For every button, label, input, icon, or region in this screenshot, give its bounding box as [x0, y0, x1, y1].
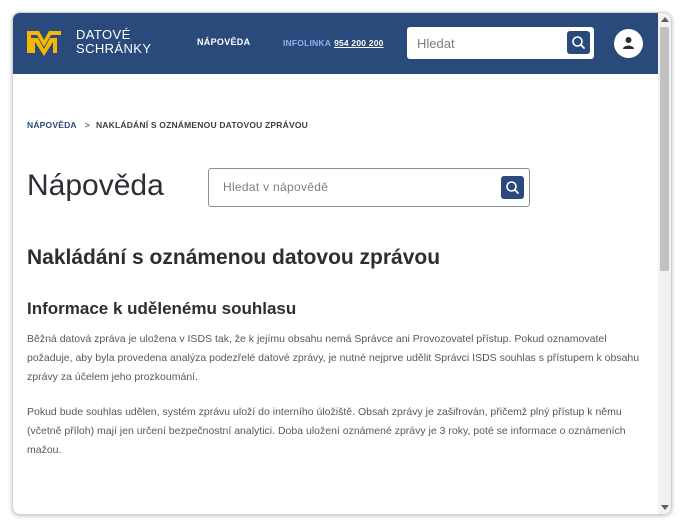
scrollbar-thumb[interactable] [660, 27, 669, 271]
infolinka-label: INFOLINKA [283, 38, 332, 48]
help-search-input[interactable] [223, 178, 483, 196]
infolinka-number-link[interactable]: 954 200 200 [334, 38, 383, 48]
breadcrumb: NÁPOVĚDA > NAKLÁDÁNÍ S OZNÁMENOU DATOVOU Z… [27, 120, 308, 130]
help-search-box [208, 168, 530, 207]
section-title: Informace k udělenému souhlasu [27, 299, 297, 318]
browser-window: DATOVÉ SCHRÁNKY NÁPOVĚDA INFOLINKA 954 20… [12, 12, 672, 515]
breadcrumb-home-link[interactable]: NÁPOVĚDA [27, 120, 77, 130]
scroll-up-arrow-icon[interactable] [661, 17, 669, 22]
page-viewport: DATOVÉ SCHRÁNKY NÁPOVĚDA INFOLINKA 954 20… [13, 13, 658, 514]
nav-help-link[interactable]: NÁPOVĚDA [197, 37, 250, 47]
search-icon [506, 181, 519, 194]
search-icon [572, 36, 585, 49]
logo-text[interactable]: DATOVÉ SCHRÁNKY [76, 28, 151, 56]
paragraph: Pokud bude souhlas udělen, systém zprávu… [27, 406, 626, 456]
help-search-button[interactable] [501, 176, 524, 199]
logo-text-line2: SCHRÁNKY [76, 41, 152, 56]
scroll-down-arrow-icon[interactable] [661, 505, 669, 510]
article-title: Nakládání s oznámenou datovou zprávou [27, 246, 441, 269]
datove-schranky-logo-icon[interactable] [27, 27, 61, 57]
user-icon [623, 37, 634, 49]
user-account-button[interactable] [614, 29, 643, 58]
page-title: Nápověda [27, 169, 164, 202]
header-search-box [407, 27, 594, 59]
logo-text-line1: DATOVÉ [76, 27, 131, 42]
breadcrumb-separator: > [84, 120, 90, 130]
infolinka: INFOLINKA 954 200 200 [283, 38, 384, 48]
vertical-scrollbar[interactable] [658, 13, 671, 514]
site-header: DATOVÉ SCHRÁNKY NÁPOVĚDA INFOLINKA 954 20… [13, 13, 658, 74]
header-search-input[interactable] [417, 34, 557, 52]
header-search-button[interactable] [567, 31, 590, 54]
paragraph: Běžná datová zpráva je uložena v ISDS ta… [27, 333, 640, 383]
breadcrumb-current: NAKLÁDÁNÍ S OZNÁMENOU DATOVOU ZPRÁVOU [95, 120, 308, 130]
